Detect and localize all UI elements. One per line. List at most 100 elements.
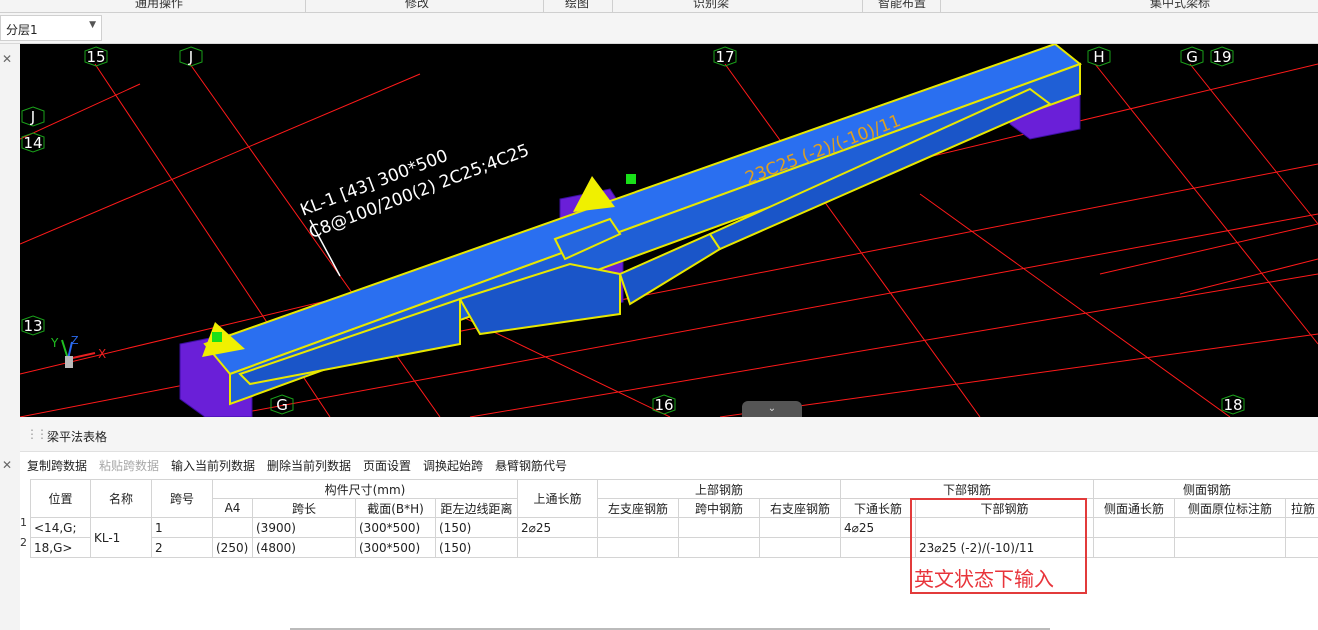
beam-table-panel: ⋮⋮ 梁平法表格 复制跨数据 粘贴跨数据 输入当前列数据 删除当前列数据 页面设… (20, 417, 1318, 630)
cell-position[interactable]: 18,G> (30, 537, 91, 558)
col-bottom-rebar-group: 下部钢筋 (840, 479, 1095, 499)
layer-bar: 分层1 ▼ (0, 13, 1318, 44)
cell-tie[interactable] (1285, 537, 1318, 558)
cantilever-code-button[interactable]: 悬臂钢筋代号 (495, 457, 567, 474)
table-row[interactable]: <14,G; KL-1 1 (3900) (300*500) (150) 2⌀2… (30, 517, 1318, 558)
svg-text:G: G (276, 396, 288, 414)
menu-identify-beam[interactable]: 识别梁 (693, 0, 729, 11)
viewport-canvas: KL-1 [43] 300*500 C8@100/200(2) 2C25;4C2… (20, 44, 1318, 417)
page-setup-button[interactable]: 页面设置 (363, 457, 411, 474)
axis-label-J-top: J (179, 46, 203, 67)
svg-text:J: J (30, 108, 35, 126)
coordinate-axes-icon: X Y Z (50, 334, 106, 368)
col-member-size: 构件尺寸(mm) (212, 479, 518, 499)
col-position: 位置 (30, 479, 91, 518)
axis-label-J-left: J (21, 106, 45, 127)
row-number: 2 (20, 536, 27, 549)
axis-label-18: 18 (1221, 394, 1245, 415)
cell-a4[interactable]: (250) (212, 537, 253, 558)
cell-side-original[interactable] (1174, 517, 1287, 538)
close-icon[interactable]: ✕ (2, 458, 12, 472)
cell-right-support[interactable] (758, 517, 842, 538)
panel-title: 梁平法表格 (47, 430, 108, 444)
swap-start-span-button[interactable]: 调换起始跨 (423, 457, 483, 474)
menu-modify[interactable]: 修改 (405, 0, 429, 11)
close-icon[interactable]: ✕ (2, 52, 12, 66)
axis-label-G-top: G (1180, 46, 1204, 67)
cell-left-support[interactable] (597, 537, 679, 558)
cell-side-through[interactable] (1093, 537, 1176, 558)
col-mid-span: 跨中钢筋 (678, 498, 760, 518)
axis-label-17: 17 (713, 46, 737, 67)
layer-dropdown[interactable]: 分层1 ▼ (0, 15, 102, 41)
col-left-support: 左支座钢筋 (597, 498, 679, 518)
cell-left-distance[interactable]: (150) (435, 517, 518, 538)
menu-draw[interactable]: 绘图 (565, 0, 589, 11)
svg-text:16: 16 (654, 396, 673, 414)
cell-span-length[interactable]: (3900) (252, 517, 356, 538)
cell-right-support[interactable] (758, 537, 842, 558)
cell-side-original[interactable] (1174, 537, 1287, 558)
hint-text: 英文状态下输入 (914, 567, 1054, 591)
col-bottom-through: 下通长筋 (840, 498, 917, 518)
cell-mid-span[interactable] (678, 517, 760, 538)
cell-top-through[interactable] (517, 537, 598, 558)
row-number: 1 (20, 516, 27, 529)
left-side-strip: ✕ ✕ ‹ (0, 44, 36, 630)
collapse-panel-tab[interactable]: ⌄ (742, 401, 802, 417)
cell-top-through[interactable]: 2⌀25 (517, 517, 598, 538)
cell-mid-span[interactable] (678, 537, 760, 558)
table-subheader-row: A4 跨长 截面(B*H) 距左边线距离 左支座钢筋 跨中钢筋 右支座钢筋 下通… (31, 498, 1318, 518)
svg-text:15: 15 (86, 48, 105, 66)
panel-header: ⋮⋮ 梁平法表格 (20, 417, 1318, 452)
drawing-viewport[interactable]: KL-1 [43] 300*500 C8@100/200(2) 2C25;4C2… (20, 44, 1318, 417)
axis-label-14: 14 (21, 132, 45, 153)
menu-common-ops[interactable]: 通用操作 (135, 0, 183, 11)
cell-side-through[interactable] (1093, 517, 1176, 538)
svg-text:14: 14 (23, 134, 42, 152)
col-section: 截面(B*H) (355, 498, 436, 518)
svg-text:19: 19 (1212, 48, 1231, 66)
layer-dropdown-value: 分层1 (6, 23, 38, 37)
cell-section[interactable]: (300*500) (355, 517, 436, 538)
table-header-row: 位置 名称 跨号 构件尺寸(mm) 上通长筋 上部钢筋 下部钢筋 侧面钢筋 (30, 479, 1318, 518)
col-a4: A4 (212, 498, 253, 518)
cell-bottom-through[interactable] (840, 537, 917, 558)
col-left-distance: 距左边线距离 (435, 498, 518, 518)
copy-span-data-button[interactable]: 复制跨数据 (27, 457, 87, 474)
menu-smart-layout[interactable]: 智能布置 (878, 0, 926, 11)
menu-beam-marking[interactable]: 集中式梁标 (1150, 0, 1210, 11)
panel-toolbar: 复制跨数据 粘贴跨数据 输入当前列数据 删除当前列数据 页面设置 调换起始跨 悬… (20, 452, 1318, 478)
svg-text:H: H (1093, 48, 1104, 66)
axis-y-label: Y (50, 336, 59, 350)
beam-annotation: KL-1 [43] 300*500 C8@100/200(2) 2C25;4C2… (298, 140, 532, 243)
cell-left-distance[interactable]: (150) (435, 537, 518, 558)
cell-section[interactable]: (300*500) (355, 537, 436, 558)
cell-tie[interactable] (1285, 517, 1318, 538)
axis-z-label: Z (71, 334, 79, 347)
cell-left-support[interactable] (597, 517, 679, 538)
svg-text:13: 13 (23, 317, 42, 335)
col-top-through: 上通长筋 (517, 479, 598, 518)
cell-span[interactable]: 1 (151, 517, 213, 538)
col-name: 名称 (90, 479, 152, 518)
col-side-rebar: 侧面钢筋 (1093, 479, 1318, 499)
svg-text:J: J (188, 48, 193, 66)
table-row[interactable]: 18,G> 2 (250) (4800) (300*500) (150) 23⌀… (30, 537, 1318, 558)
paste-span-data-button[interactable]: 粘贴跨数据 (99, 457, 159, 474)
cell-position[interactable]: <14,G; (30, 517, 91, 538)
cell-name[interactable]: KL-1 (90, 517, 152, 558)
cell-a4[interactable] (212, 517, 253, 538)
col-top-rebar: 上部钢筋 (596, 479, 842, 499)
col-side-through: 侧面通长筋 (1093, 498, 1176, 518)
delete-column-data-button[interactable]: 删除当前列数据 (267, 457, 351, 474)
col-tie: 拉筋 (1285, 498, 1318, 518)
svg-text:17: 17 (715, 48, 734, 66)
drag-handle-icon[interactable]: ⋮⋮ (26, 427, 48, 441)
cell-span[interactable]: 2 (151, 537, 213, 558)
cell-span-length[interactable]: (4800) (252, 537, 356, 558)
input-column-data-button[interactable]: 输入当前列数据 (171, 457, 255, 474)
col-side-original: 侧面原位标注筋 (1174, 498, 1287, 518)
beam-table: 位置 名称 跨号 构件尺寸(mm) 上通长筋 上部钢筋 下部钢筋 侧面钢筋 A4… (30, 479, 1318, 558)
cell-bottom-through[interactable]: 4⌀25 (840, 517, 917, 538)
